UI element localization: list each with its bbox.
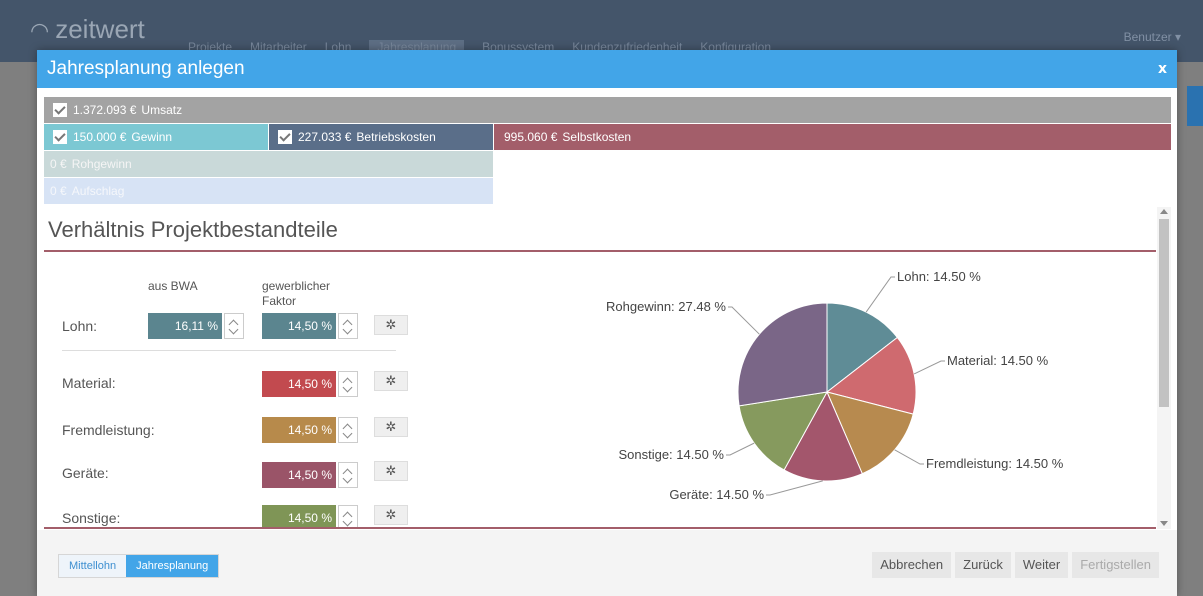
row-label-material: Material: [62,375,116,391]
selbstkosten-amount: 995.060 € [504,130,558,144]
column-header-factor: gewerblicher Faktor [262,279,330,309]
column-header-factor-line2: Faktor [262,294,297,308]
close-icon[interactable]: x [1158,61,1167,77]
pie-slice-rohgewinn [737,302,828,407]
pie-label-rohgewinn: Rohgewinn: 27.48 % [606,299,726,314]
rohgewinn-label: Rohgewinn [71,157,132,171]
modal-dialog: Jahresplanung anlegen x 1.372.093 € Umsa… [37,50,1177,596]
chevron-down-icon[interactable] [342,382,353,393]
user-menu[interactable]: Benutzer ▾ [1124,30,1181,44]
lohn-bwa-field[interactable]: 16,11 % [148,313,222,339]
gauge-icon: ◠ [30,18,50,43]
back-button[interactable]: Zurück [955,552,1011,578]
geraete-field[interactable]: 14,50 % [262,462,336,488]
cancel-button[interactable]: Abbrechen [872,552,952,578]
aufschlag-label: Aufschlag [71,184,125,198]
next-button[interactable]: Weiter [1014,552,1069,578]
gear-icon: ✲ [385,507,397,523]
sonstige-settings-button[interactable]: ✲ [374,505,408,525]
geraete-settings-button[interactable]: ✲ [374,461,408,481]
finish-button[interactable]: Fertigstellen [1072,552,1159,578]
gewinn-bar[interactable]: 150.000 € Gewinn [44,124,268,150]
modal-title: Jahresplanung anlegen [47,58,245,79]
scroll-down-icon[interactable] [1160,521,1168,526]
pie-leader-line [865,276,895,313]
material-field[interactable]: 14,50 % [262,371,336,397]
gewinn-checkbox[interactable] [53,130,67,144]
chevron-down-icon[interactable] [228,324,239,335]
fremdleistung-settings-button[interactable]: ✲ [374,417,408,437]
logo-text: zeitwert [55,14,145,44]
ratio-section: Verhältnis Projektbestandteile aus BWA g… [44,207,1156,529]
column-header-factor-line1: gewerblicher [262,279,331,293]
tab-jahresplanung[interactable]: Jahresplanung [126,555,219,577]
umsatz-label: Umsatz [141,103,183,117]
chevron-down-icon[interactable] [342,324,353,335]
pie-leader-line [728,306,760,335]
section-title: Verhältnis Projektbestandteile [48,217,338,242]
row-label-fremdleistung: Fremdleistung: [62,422,155,438]
column-header-bwa: aus BWA [148,279,198,293]
betriebskosten-checkbox[interactable] [278,130,292,144]
background-button [1187,86,1203,126]
umsatz-bar[interactable]: 1.372.093 € Umsatz [44,97,1171,123]
pie-label-lohn: Lohn: 14.50 % [897,269,981,284]
betriebskosten-label: Betriebskosten [356,130,436,144]
rohgewinn-amount: 0 € [50,157,67,171]
pie-label-material: Material: 14.50 % [947,353,1049,368]
umsatz-amount: 1.372.093 € [73,103,137,117]
step-tabs: Mittellohn Jahresplanung [58,554,220,578]
scrollbar-thumb[interactable] [1159,219,1169,407]
pie-label-fremdleistung: Fremdleistung: 14.50 % [926,456,1064,471]
gear-icon: ✲ [385,373,397,389]
row-label-lohn: Lohn: [62,318,98,334]
pie-chart: Lohn: 14.50 % Material: 14.50 % Fremdleist… [606,269,1064,502]
app-logo[interactable]: ◠ zeitwert [30,14,145,45]
fremdleistung-field[interactable]: 14,50 % [262,417,336,443]
gewinn-label: Gewinn [131,130,173,144]
tab-mittellohn[interactable]: Mittellohn [59,555,127,577]
modal-header: Jahresplanung anlegen x [37,50,1177,88]
scroll-up-icon[interactable] [1160,209,1168,214]
selbstkosten-bar: 995.060 € Selbstkosten [494,124,1171,150]
chevron-down-icon[interactable] [342,516,353,527]
scrollbar[interactable] [1157,207,1171,529]
material-stepper[interactable] [338,371,358,397]
sonstige-field[interactable]: 14,50 % [262,505,336,527]
footer-buttons: Abbrechen Zurück Weiter Fertigstellen [872,552,1159,578]
row-separator [62,350,396,351]
material-settings-button[interactable]: ✲ [374,371,408,391]
aufschlag-bar: 0 € Aufschlag [44,178,493,204]
row-label-sonstige: Sonstige: [62,510,121,526]
betriebskosten-bar[interactable]: 227.033 € Betriebskosten [269,124,493,150]
lohn-bwa-stepper[interactable] [224,313,244,339]
pie-leader-line [913,360,945,375]
pie-label-geräte: Geräte: 14.50 % [669,487,764,502]
gear-icon: ✲ [385,419,397,435]
sonstige-stepper[interactable] [338,505,358,527]
aufschlag-amount: 0 € [50,184,67,198]
pie-leader-line [894,449,924,465]
umsatz-checkbox[interactable] [53,103,67,117]
chevron-down-icon[interactable] [342,473,353,484]
gear-icon: ✲ [385,317,397,333]
geraete-stepper[interactable] [338,462,358,488]
gewinn-amount: 150.000 € [73,130,127,144]
rohgewinn-bar: 0 € Rohgewinn [44,151,493,177]
selbstkosten-label: Selbstkosten [562,130,632,144]
chevron-down-icon[interactable] [342,428,353,439]
pie-leader-line [726,442,755,456]
section-divider [44,250,1156,252]
gear-icon: ✲ [385,463,397,479]
fremdleistung-stepper[interactable] [338,417,358,443]
modal-footer: Mittellohn Jahresplanung Abbrechen Zurüc… [37,530,1177,596]
row-label-geraete: Geräte: [62,465,109,481]
lohn-settings-button[interactable]: ✲ [374,315,408,335]
lohn-factor-stepper[interactable] [338,313,358,339]
betriebskosten-amount: 227.033 € [298,130,352,144]
pie-label-sonstige: Sonstige: 14.50 % [618,447,724,462]
pie-leader-line [766,480,823,496]
lohn-factor-field[interactable]: 14,50 % [262,313,336,339]
